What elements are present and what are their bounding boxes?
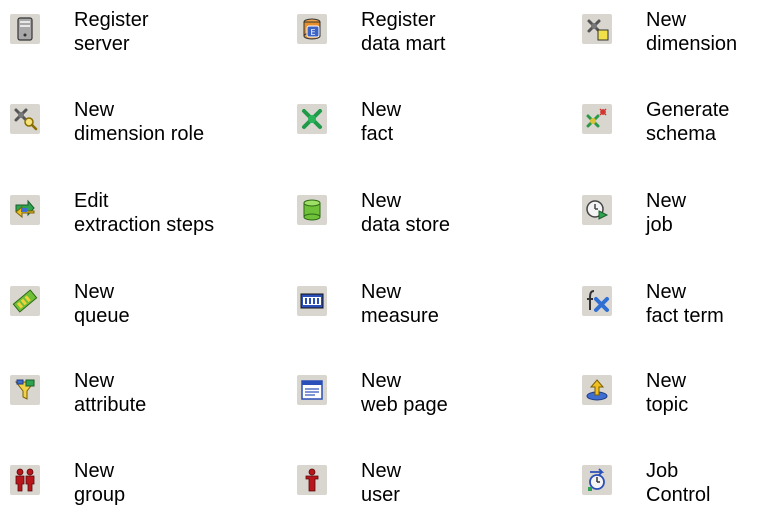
item-label-line1: Register (74, 9, 149, 31)
topic-icon (582, 375, 612, 405)
extraction-steps-icon (10, 195, 40, 225)
item-label: New attribute (74, 369, 146, 417)
data-store-icon (297, 195, 327, 225)
item-label-line1: Edit (74, 190, 109, 212)
dimension-role-icon (10, 104, 40, 134)
new-measure-item[interactable]: New measure (297, 280, 439, 328)
new-queue-item[interactable]: New queue (10, 280, 130, 328)
new-fact-term-item[interactable]: New fact term (582, 280, 724, 328)
new-attribute-item[interactable]: New attribute (10, 369, 146, 417)
item-label-line2: fact (361, 123, 394, 145)
item-label-line2: user (361, 484, 400, 506)
job-control-icon (582, 465, 612, 495)
item-label: Job Control (646, 459, 710, 507)
measure-icon (297, 286, 327, 316)
item-label: Edit extraction steps (74, 189, 214, 237)
item-label-line1: New (646, 9, 687, 31)
item-label-line1: New (361, 370, 402, 392)
item-label-line2: dimension role (74, 123, 205, 145)
item-label-line1: New (74, 370, 115, 392)
item-label: Register server (74, 8, 148, 56)
item-label-line1: New (646, 190, 687, 212)
data-mart-icon: E (297, 14, 327, 44)
item-label-line1: New (361, 99, 402, 121)
item-label-line2: dimension (646, 33, 738, 55)
item-label-line2: data store (361, 214, 450, 236)
svg-text:E: E (310, 28, 315, 37)
item-label-line1: Generate (646, 99, 730, 121)
new-web-page-item[interactable]: New web page (297, 369, 448, 417)
item-label: New user (361, 459, 401, 507)
item-label: New web page (361, 369, 448, 417)
item-label: Register data mart (361, 8, 445, 56)
item-label-line2: attribute (74, 394, 147, 416)
item-label-line2: job (646, 214, 673, 236)
job-control-item[interactable]: Job Control (582, 459, 710, 507)
item-label-line1: Job (646, 460, 679, 482)
fact-term-icon (582, 286, 612, 316)
item-label-line2: web page (361, 394, 448, 416)
item-label-line2: server (74, 33, 130, 55)
register-server-item[interactable]: Register server (10, 8, 148, 56)
item-label-line2: queue (74, 305, 130, 327)
item-label-line2: schema (646, 123, 717, 145)
item-label: New job (646, 189, 686, 237)
web-page-icon (297, 375, 327, 405)
item-label-line2: fact term (646, 305, 724, 327)
item-label-line1: New (646, 370, 687, 392)
new-data-store-item[interactable]: New data store (297, 189, 450, 237)
item-label-line1: New (361, 460, 402, 482)
new-group-item[interactable]: New group (10, 459, 125, 507)
new-dimension-role-item[interactable]: New dimension role (10, 98, 204, 146)
queue-icon (10, 286, 40, 316)
item-label: New measure (361, 280, 439, 328)
item-label-line2: group (74, 484, 126, 506)
item-label-line1: New (74, 460, 115, 482)
item-label-line1: New (646, 281, 687, 303)
item-label-line2: Control (646, 484, 711, 506)
item-label: Generate schema (646, 98, 729, 146)
new-job-item[interactable]: New job (582, 189, 686, 237)
item-label-line2: measure (361, 305, 439, 327)
new-fact-item[interactable]: New fact (297, 98, 401, 146)
item-label-line2: data mart (361, 33, 446, 55)
item-label: New dimension (646, 8, 737, 56)
item-label-line2: topic (646, 394, 689, 416)
group-icon (10, 465, 40, 495)
new-dimension-icon (582, 14, 612, 44)
new-user-item[interactable]: New user (297, 459, 401, 507)
user-icon (297, 465, 327, 495)
item-label: New queue (74, 280, 130, 328)
item-label-line1: New (74, 99, 115, 121)
item-label-line2: extraction steps (74, 214, 215, 236)
attribute-icon (10, 375, 40, 405)
fact-icon (297, 104, 327, 134)
generate-schema-item[interactable]: Generate schema (582, 98, 729, 146)
item-label-line1: New (361, 190, 402, 212)
item-label: New dimension role (74, 98, 204, 146)
icon-legend: Register server E Register data mart New… (0, 0, 757, 512)
item-label-line1: New (74, 281, 115, 303)
item-label: New fact (361, 98, 401, 146)
job-icon (582, 195, 612, 225)
edit-extraction-steps-item[interactable]: Edit extraction steps (10, 189, 214, 237)
item-label: New data store (361, 189, 450, 237)
new-topic-item[interactable]: New topic (582, 369, 688, 417)
register-data-mart-item[interactable]: E Register data mart (297, 8, 445, 56)
generate-schema-icon (582, 104, 612, 134)
item-label-line1: Register (361, 9, 436, 31)
item-label: New fact term (646, 280, 724, 328)
server-icon (10, 14, 40, 44)
item-label: New group (74, 459, 125, 507)
new-dimension-item[interactable]: New dimension (582, 8, 737, 56)
item-label: New topic (646, 369, 688, 417)
item-label-line1: New (361, 281, 402, 303)
